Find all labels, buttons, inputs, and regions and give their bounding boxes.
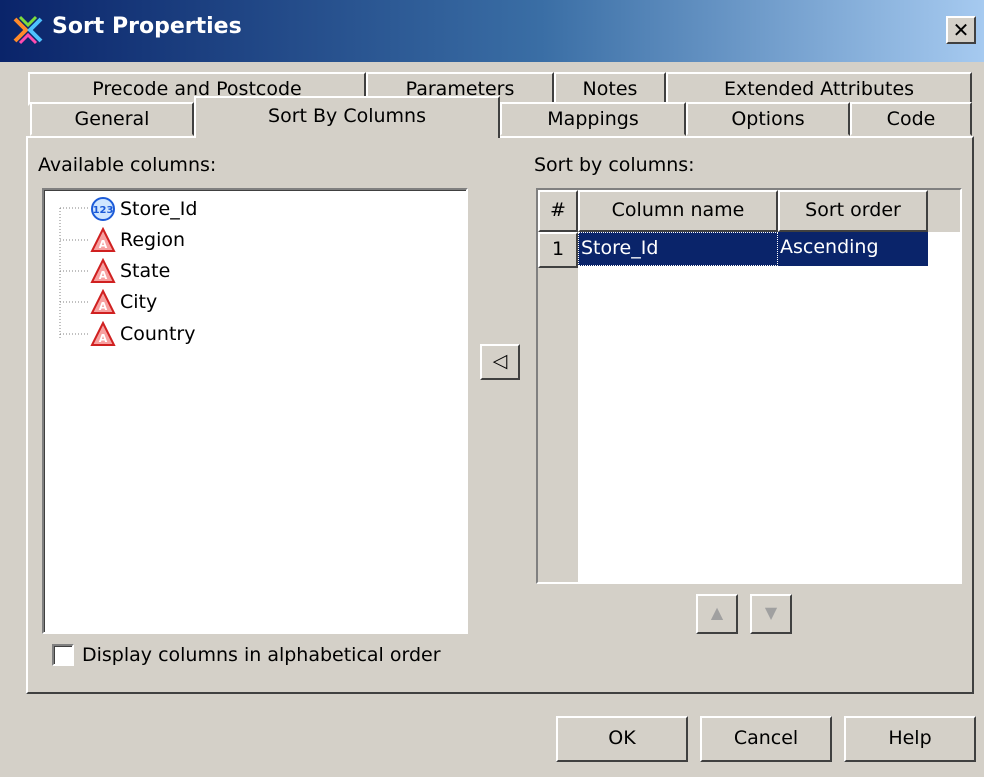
move-left-icon: ◁ (492, 350, 508, 372)
column-name: Store_Id (120, 197, 198, 220)
tree-item-region[interactable]: A Region (90, 224, 185, 255)
tab-general[interactable]: General (30, 102, 194, 136)
cell-sort-order[interactable]: Ascending (778, 232, 928, 266)
ok-button[interactable]: OK (556, 716, 688, 762)
header-num: # (538, 190, 578, 232)
tab-sort-by-columns[interactable]: Sort By Columns (194, 96, 500, 138)
alphabetical-order-label: Display columns in alphabetical order (82, 644, 441, 666)
tab-label: Mappings (547, 108, 639, 130)
close-button[interactable]: ✕ (946, 16, 976, 44)
available-columns-label: Available columns: (38, 154, 217, 176)
move-down-button[interactable]: ▼ (750, 594, 792, 634)
arrow-up-icon: ▲ (710, 603, 724, 622)
tab-label: General (74, 108, 150, 130)
sort-by-columns-grid[interactable]: # Column name Sort order 1 Store_Id Asce… (536, 188, 962, 584)
tab-options[interactable]: Options (686, 102, 850, 136)
cell-column-name[interactable]: Store_Id (578, 232, 778, 266)
character-column-icon: A (90, 320, 116, 347)
tab-label: Notes (582, 78, 638, 100)
character-column-icon: A (90, 257, 116, 284)
sort-app-icon (13, 15, 43, 45)
column-name: City (120, 290, 158, 313)
tab-label: Extended Attributes (723, 78, 915, 100)
close-icon: ✕ (952, 18, 970, 42)
sort-by-columns-label: Sort by columns: (534, 154, 695, 176)
cancel-button[interactable]: Cancel (700, 716, 832, 762)
alphabetical-order-checkbox[interactable] (52, 644, 74, 666)
row-number: 1 (538, 232, 578, 268)
svg-text:A: A (99, 269, 108, 282)
tree-item-store-id[interactable]: 123 Store_Id (90, 193, 197, 224)
window-title: Sort Properties (52, 14, 242, 39)
help-button[interactable]: Help (844, 716, 976, 762)
header-column-name[interactable]: Column name (578, 190, 778, 232)
tree-item-state[interactable]: A State (90, 255, 170, 286)
numeric-column-icon: 123 (90, 196, 116, 222)
available-columns-tree[interactable]: 123 Store_Id A Region A State A City A C… (42, 188, 468, 634)
header-sort-order[interactable]: Sort order (778, 190, 928, 232)
column-name: Country (120, 322, 196, 345)
arrow-down-icon: ▼ (764, 603, 778, 622)
svg-text:A: A (99, 332, 108, 345)
column-name: State (120, 259, 171, 282)
tab-mappings[interactable]: Mappings (500, 102, 686, 136)
tree-item-country[interactable]: A Country (90, 318, 195, 349)
svg-text:A: A (99, 238, 108, 251)
tab-code[interactable]: Code (850, 102, 972, 136)
tab-label: Sort By Columns (268, 105, 426, 127)
title-bar[interactable]: Sort Properties ✕ (0, 0, 984, 62)
tab-label: Code (886, 108, 936, 130)
character-column-icon: A (90, 226, 116, 253)
move-up-button[interactable]: ▲ (696, 594, 738, 634)
tree-item-city[interactable]: A City (90, 286, 157, 317)
column-name: Region (120, 228, 186, 251)
tab-extended-attributes[interactable]: Extended Attributes (666, 72, 972, 106)
tab-notes[interactable]: Notes (554, 72, 666, 106)
svg-text:123: 123 (93, 205, 114, 216)
tab-label: Options (731, 108, 805, 130)
move-left-button[interactable]: ◁ (480, 344, 520, 380)
tab-panel: Available columns: 123 Store_Id A Region… (26, 136, 974, 694)
svg-text:A: A (99, 300, 108, 313)
character-column-icon: A (90, 288, 116, 315)
